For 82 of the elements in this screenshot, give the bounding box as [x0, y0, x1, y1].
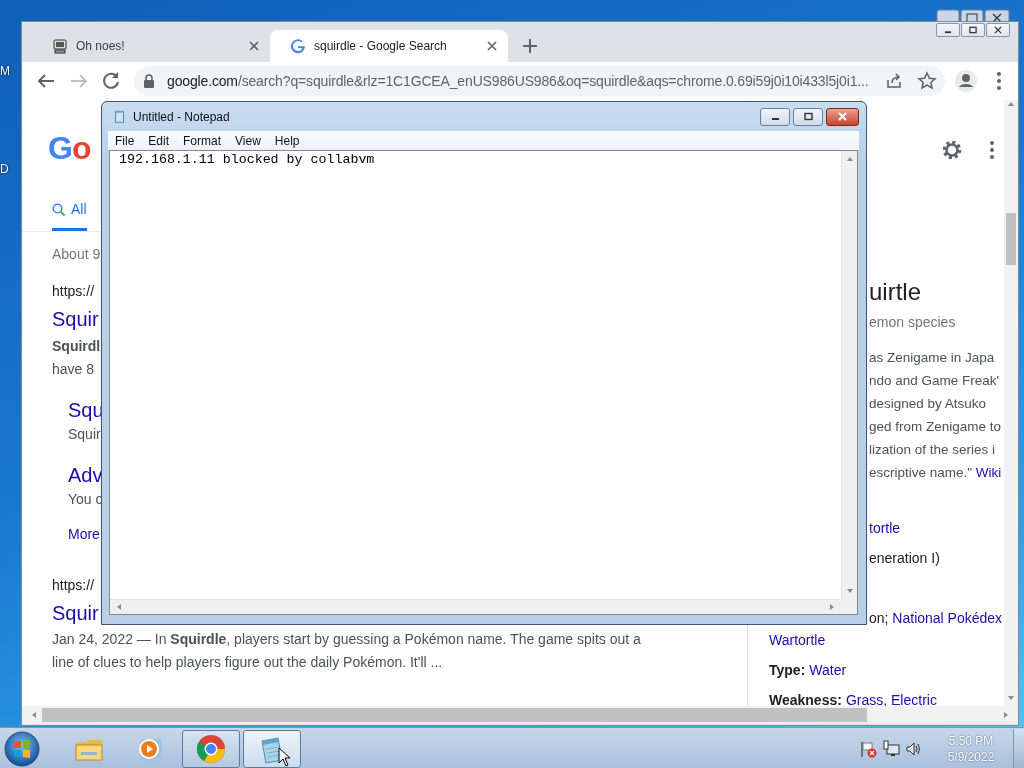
- notepad-icon: [113, 108, 127, 125]
- more-link[interactable]: More: [68, 523, 100, 545]
- result-url: https://: [52, 576, 95, 595]
- fact-label: Type:: [769, 662, 806, 678]
- up-arrow-icon[interactable]: [1007, 100, 1015, 108]
- fact-link[interactable]: Water: [809, 662, 847, 678]
- taskbar-button[interactable]: [182, 729, 240, 768]
- lock-icon[interactable]: [142, 74, 156, 88]
- desktop-icon-label[interactable]: M: [0, 64, 10, 78]
- computer-icon: [52, 38, 68, 54]
- address-bar[interactable]: google.com/search?q=squirdle&rlz=1C1GCEA_enUS986US986&oq=squirdle&aqs=chrome.0.69i59j0i10i433l5j0i1...: [134, 66, 945, 96]
- menu-item[interactable]: Edit: [141, 133, 177, 148]
- fact-text: ,: [883, 692, 889, 706]
- right-arrow-icon[interactable]: [1002, 711, 1010, 719]
- description-text: designed by Atsuko: [868, 395, 988, 413]
- close-button[interactable]: [986, 23, 1010, 37]
- result-snippet: Squirdl: [52, 337, 101, 356]
- horizontal-scrollbar[interactable]: [110, 599, 841, 614]
- search-tab[interactable]: All: [52, 199, 87, 231]
- right-arrow-icon[interactable]: [828, 603, 836, 611]
- fact-link[interactable]: National Pokédex: [892, 610, 1003, 626]
- star-icon[interactable]: [917, 71, 937, 91]
- left-arrow-icon[interactable]: [30, 711, 38, 719]
- description-text: as Zenigame in Japa: [868, 349, 996, 367]
- result-snippet: have 8: [52, 360, 95, 379]
- google-icon: [290, 38, 306, 54]
- sitelink-title[interactable]: Adv: [68, 462, 103, 488]
- taskbar-button[interactable]: [243, 729, 301, 768]
- result-count: About 9: [52, 245, 101, 264]
- desktop-icon-label[interactable]: D: [0, 162, 10, 176]
- up-arrow-icon[interactable]: [845, 155, 854, 163]
- down-arrow-icon[interactable]: [845, 587, 854, 595]
- fact-link[interactable]: tortle: [869, 520, 901, 536]
- scrollbar-thumb[interactable]: [42, 708, 867, 722]
- new-tab-icon[interactable]: [520, 36, 540, 56]
- description-text: ged from Zenigame to: [868, 418, 1003, 436]
- vertical-scrollbar[interactable]: [841, 151, 857, 599]
- maximize-icon[interactable]: [968, 26, 978, 34]
- browser-tab[interactable]: squirdle - Google Search: [270, 30, 508, 62]
- menu-item[interactable]: File: [108, 133, 142, 148]
- minimize-button[interactable]: [760, 107, 790, 126]
- scrollbar-thumb[interactable]: [1006, 213, 1016, 265]
- wiki-link[interactable]: Wiki: [975, 465, 1002, 480]
- chrome-icon: [195, 732, 227, 765]
- fact-text: on;: [869, 610, 890, 626]
- description-text: lization of the series i: [868, 441, 997, 459]
- share-icon[interactable]: [884, 71, 904, 91]
- menu-item[interactable]: Format: [176, 133, 229, 148]
- horizontal-scrollbar[interactable]: [22, 706, 1018, 724]
- panel-subtitle: emon species: [868, 313, 957, 332]
- flag-icon[interactable]: [859, 739, 877, 758]
- maximize-button[interactable]: [961, 23, 985, 37]
- fact-text: eneration I): [869, 550, 940, 566]
- maximize-icon[interactable]: [802, 112, 814, 121]
- close-button[interactable]: [826, 107, 859, 126]
- cursor-icon: [278, 747, 291, 767]
- fact-label: Weakness:: [769, 692, 842, 706]
- down-arrow-icon[interactable]: [1007, 694, 1015, 702]
- browser-tab[interactable]: Oh noes!: [32, 30, 270, 62]
- google-logo[interactable]: Go: [48, 130, 91, 166]
- result-title-link[interactable]: Squir: [52, 600, 99, 626]
- fact-link[interactable]: Wartortle: [769, 632, 826, 648]
- vertical-scrollbar[interactable]: [1004, 100, 1018, 706]
- result-title-link[interactable]: Squir: [52, 306, 99, 332]
- settings-icon[interactable]: [940, 138, 964, 162]
- maximize-button[interactable]: [793, 107, 823, 126]
- menu-item[interactable]: Help: [267, 133, 307, 148]
- left-arrow-icon[interactable]: [115, 603, 123, 611]
- description-text: escriptive name.": [869, 465, 974, 480]
- sitelink-snippet: Squir: [68, 425, 101, 444]
- profile-icon[interactable]: [954, 69, 978, 93]
- network-icon[interactable]: [882, 739, 900, 758]
- panel-title: uirtle: [868, 277, 923, 307]
- result-snippet: Jan 24, 2022 — In Squirdle, players start by guessing a Pokémon name. The game spits out a line of clues to help players figure out the daily Pokémon. It'll ...: [52, 630, 642, 672]
- fact-link[interactable]: Electric: [891, 692, 937, 706]
- start-button[interactable]: [3, 729, 41, 768]
- search-icon: [52, 202, 65, 216]
- menu-item[interactable]: View: [228, 133, 268, 148]
- window-title: Untitled - Notepad: [133, 109, 230, 124]
- result-url: https://: [52, 282, 95, 301]
- close-icon[interactable]: [993, 26, 1003, 34]
- description-text: ndo and Game Freak': [868, 372, 1001, 390]
